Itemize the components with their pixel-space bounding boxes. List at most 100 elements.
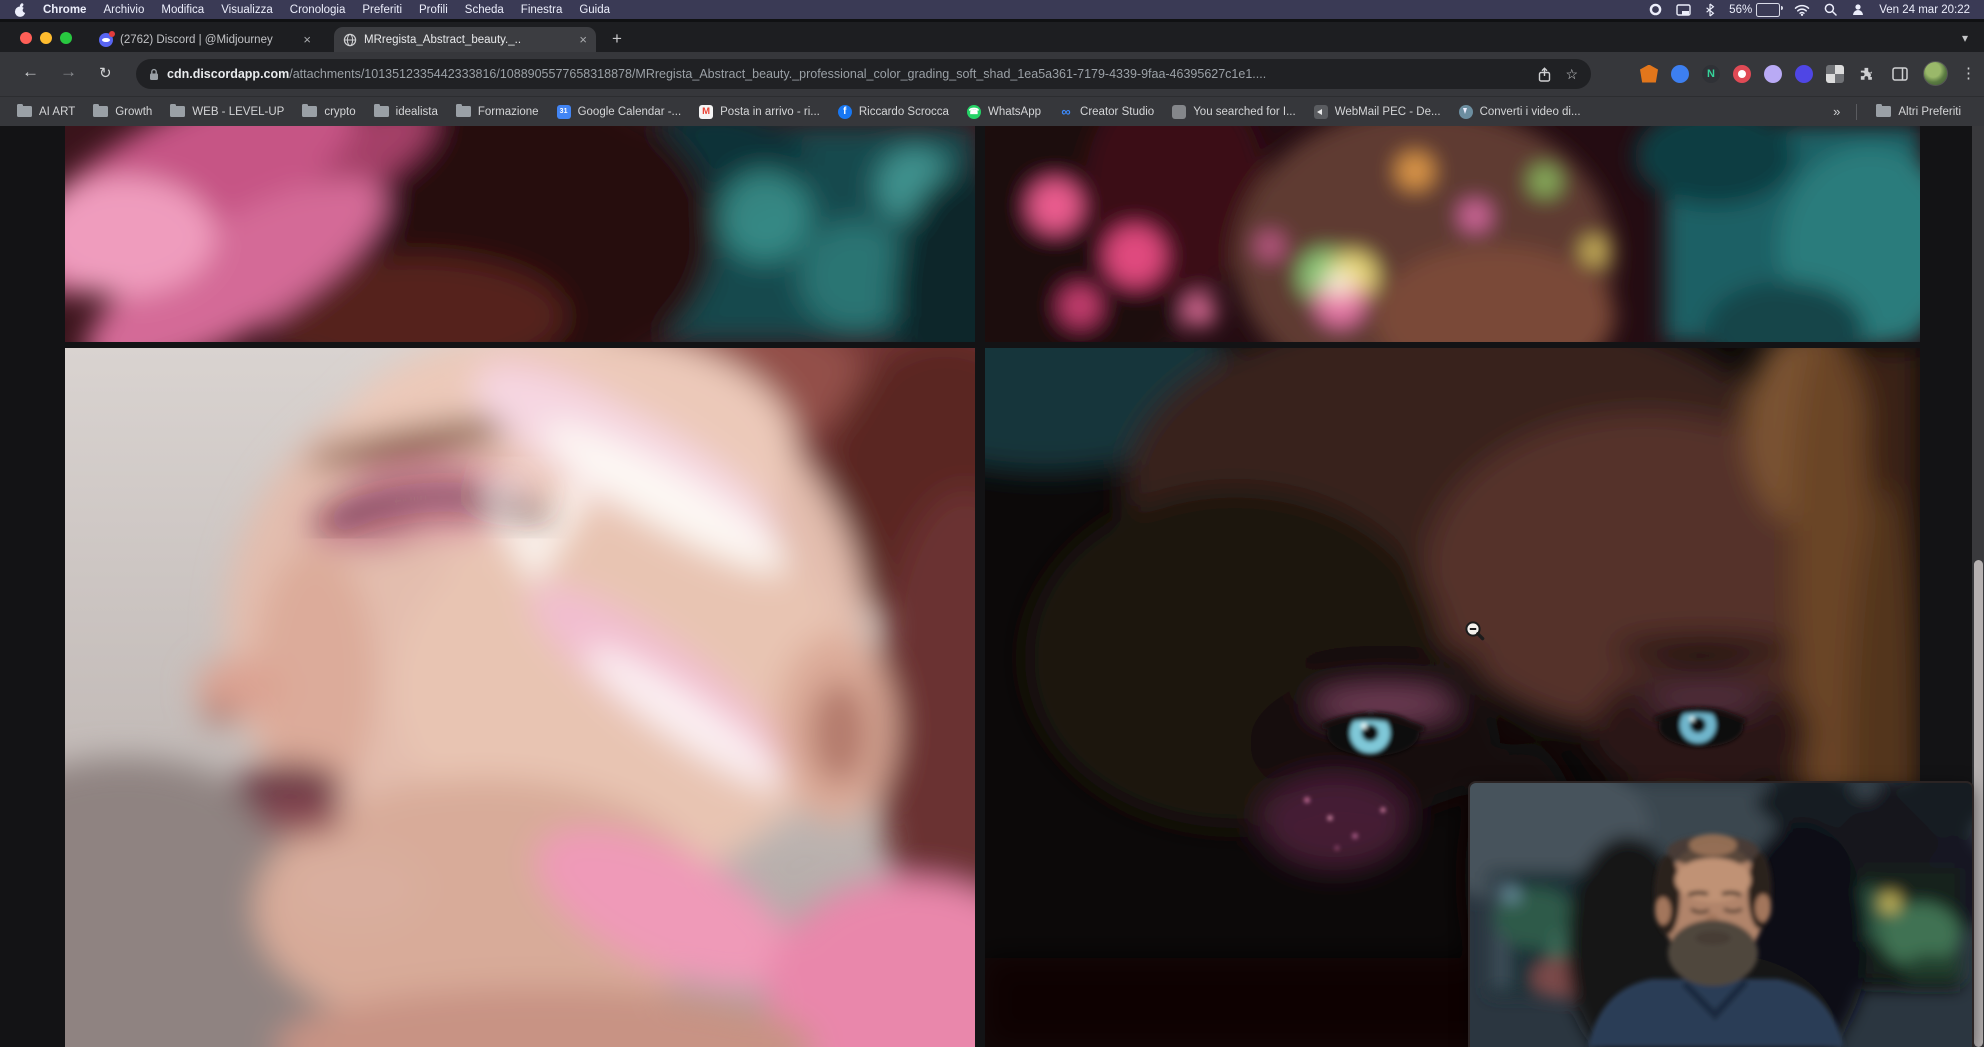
whatsapp-icon: ☎	[967, 105, 981, 119]
tab-discord[interactable]: (2762) Discord | @Midjourney ×	[90, 27, 320, 52]
bookmark-label: Growth	[115, 106, 152, 118]
bookmark-label: Altri Preferiti	[1898, 106, 1961, 118]
image-quadrant-bottom-left	[65, 348, 975, 1047]
screen-mirroring-icon[interactable]	[1676, 4, 1691, 16]
folder-icon	[1876, 106, 1891, 117]
blue-extension-icon[interactable]	[1671, 65, 1689, 83]
bookmark-folder-ai-art[interactable]: AI ART	[8, 106, 84, 118]
window-minimize-button[interactable]	[40, 32, 52, 44]
tab-title: (2762) Discord | @Midjourney	[120, 34, 296, 46]
menu-cronologia[interactable]: Cronologia	[290, 4, 346, 16]
bookmark-other-favorites[interactable]: Altri Preferiti	[1867, 106, 1970, 118]
video-convert-icon	[1459, 105, 1473, 119]
menu-profili[interactable]: Profili	[419, 4, 448, 16]
bookmark-facebook-profile[interactable]: f Riccardo Scrocca	[829, 105, 958, 119]
bookmark-google-calendar[interactable]: 31 Google Calendar -...	[548, 105, 691, 119]
puzzle-extensions-icon[interactable]	[1857, 65, 1877, 83]
bookmark-folder-growth[interactable]: Growth	[84, 106, 161, 118]
back-button[interactable]: ←	[22, 62, 39, 82]
bookmark-folder-web-level-up[interactable]: WEB - LEVEL-UP	[161, 106, 293, 118]
bookmark-webmail-pec[interactable]: WebMail PEC - De...	[1305, 105, 1450, 119]
metamask-icon[interactable]	[1640, 65, 1658, 83]
url-host: cdn.discordapp.com	[167, 67, 289, 81]
wifi-icon[interactable]	[1794, 4, 1810, 16]
menu-scheda[interactable]: Scheda	[465, 4, 504, 16]
window-close-button[interactable]	[20, 32, 32, 44]
grid-extension-icon[interactable]	[1826, 65, 1844, 83]
bookmark-whatsapp[interactable]: ☎ WhatsApp	[958, 105, 1050, 119]
folder-icon	[456, 106, 471, 117]
tab-search-chevron-icon[interactable]: ▾	[1962, 31, 1968, 45]
bluetooth-icon[interactable]	[1705, 3, 1715, 17]
bookmark-converti-video[interactable]: Converti i video di...	[1450, 105, 1590, 119]
bookmarks-overflow-chevron[interactable]: »	[1827, 104, 1846, 119]
bookmark-folder-crypto[interactable]: crypto	[293, 106, 364, 118]
menu-guida[interactable]: Guida	[579, 4, 610, 16]
folder-icon	[170, 106, 185, 117]
folder-icon	[302, 106, 317, 117]
tab-close-icon[interactable]: ×	[579, 33, 587, 46]
forward-button[interactable]: →	[60, 62, 77, 82]
extensions-area: N ⋮	[1640, 61, 1976, 86]
red-extension-icon[interactable]	[1733, 65, 1751, 83]
menu-preferiti[interactable]: Preferiti	[362, 4, 402, 16]
bookmark-star-icon[interactable]: ☆	[1565, 66, 1578, 83]
lavender-extension-icon[interactable]	[1764, 65, 1782, 83]
window-maximize-button[interactable]	[60, 32, 72, 44]
user-switch-icon[interactable]	[1851, 3, 1865, 16]
bookmarks-right-group: » Altri Preferiti	[1827, 104, 1976, 120]
new-tab-button[interactable]: +	[612, 28, 622, 50]
facebook-icon: f	[838, 105, 852, 119]
bookmark-label: Google Calendar -...	[578, 106, 682, 118]
indigo-extension-icon[interactable]	[1795, 65, 1813, 83]
tab-close-icon[interactable]: ×	[303, 33, 311, 46]
discord-favicon-icon	[99, 33, 113, 47]
menu-chrome[interactable]: Chrome	[43, 4, 86, 16]
bookmark-you-searched[interactable]: You searched for I...	[1163, 105, 1305, 119]
screen: { "colors": { "menubar_bg": "#3a3a55", "…	[0, 0, 1984, 1047]
scrollbar-thumb[interactable]	[1974, 560, 1983, 1047]
profile-avatar[interactable]	[1923, 61, 1948, 86]
omnibox-actions: ☆	[1538, 66, 1578, 83]
menu-bar-clock[interactable]: Ven 24 mar 20:22	[1879, 4, 1970, 16]
bookmark-label: WEB - LEVEL-UP	[192, 106, 284, 118]
share-icon[interactable]	[1538, 67, 1551, 82]
webcam-overlay	[1470, 783, 1972, 1047]
apple-logo-icon[interactable]	[14, 3, 27, 18]
menu-finestra[interactable]: Finestra	[521, 4, 563, 16]
reload-button[interactable]: ↻	[99, 64, 112, 82]
bookmark-creator-studio[interactable]: ∞ Creator Studio	[1050, 105, 1163, 119]
menu-visualizza[interactable]: Visualizza	[221, 4, 273, 16]
url-text: cdn.discordapp.com/attachments/101351233…	[167, 67, 1528, 81]
search-icon[interactable]	[1824, 3, 1837, 16]
page-scrollbar[interactable]	[1972, 126, 1984, 1047]
tab-title: MRregista_Abstract_beauty._..	[364, 34, 572, 46]
battery-indicator[interactable]: 56%	[1729, 3, 1780, 17]
window-controls	[20, 32, 72, 44]
meta-infinity-icon: ∞	[1059, 105, 1073, 119]
bookmark-label: WebMail PEC - De...	[1335, 106, 1441, 118]
bookmark-label: Formazione	[478, 106, 539, 118]
bookmark-label: Converti i video di...	[1480, 106, 1581, 118]
bookmark-label: AI ART	[39, 106, 75, 118]
bookmark-folder-idealista[interactable]: idealista	[365, 106, 447, 118]
bookmark-label: idealista	[396, 106, 438, 118]
generic-page-icon	[1172, 105, 1186, 119]
google-calendar-icon: 31	[557, 105, 571, 119]
menu-modifica[interactable]: Modifica	[161, 4, 204, 16]
bookmark-label: Riccardo Scrocca	[859, 106, 949, 118]
dark-n-extension-icon[interactable]: N	[1702, 65, 1720, 83]
tab-strip: (2762) Discord | @Midjourney × MRregista…	[0, 19, 1984, 52]
bookmark-folder-formazione[interactable]: Formazione	[447, 106, 548, 118]
menu-archivio[interactable]: Archivio	[103, 4, 144, 16]
address-bar[interactable]: cdn.discordapp.com/attachments/101351233…	[136, 59, 1591, 89]
bookmark-label: WhatsApp	[988, 106, 1041, 118]
bookmark-label: crypto	[324, 106, 355, 118]
tab-attachment-active[interactable]: MRregista_Abstract_beauty._.. ×	[334, 27, 596, 52]
sidebar-icon[interactable]	[1890, 65, 1910, 83]
menu-bar-status-area: 56% Ven 24 mar 20:22	[1649, 3, 1970, 17]
bookmark-gmail-inbox[interactable]: M Posta in arrivo - ri...	[690, 105, 829, 119]
webmail-icon	[1314, 105, 1328, 119]
browser-menu-kebab-icon[interactable]: ⋮	[1961, 65, 1976, 83]
record-icon[interactable]	[1649, 3, 1662, 16]
